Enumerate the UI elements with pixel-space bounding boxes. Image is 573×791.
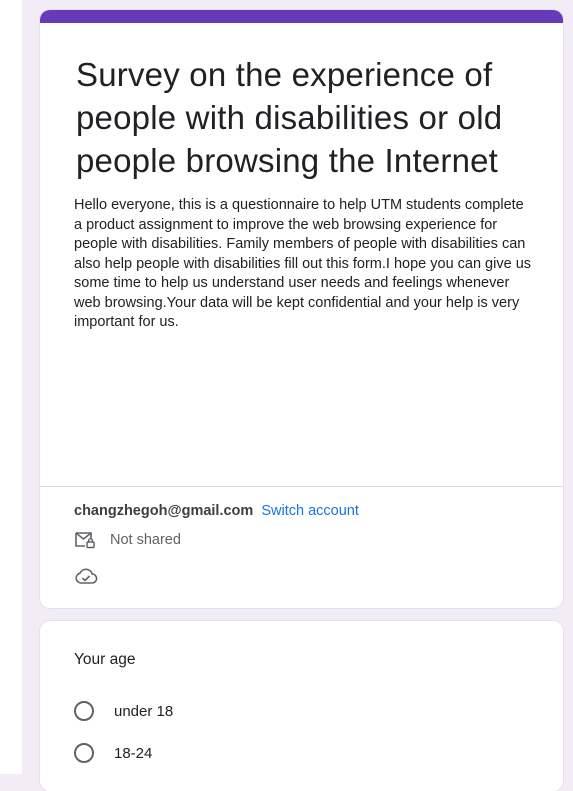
option-label: under 18 [114,702,174,720]
left-margin [0,0,22,774]
age-option-under-18[interactable]: under 18 [74,701,173,721]
form-header-card: Survey on the experience of people with … [40,10,563,608]
question-title: Your age [74,651,136,668]
account-email: changzhegoh@gmail.com [74,503,254,519]
save-status [74,567,98,590]
form-title: Survey on the experience of people with … [76,56,503,179]
radio-button[interactable] [74,701,94,721]
option-label: 18-24 [114,744,153,762]
form-accent-bar [40,10,563,23]
radio-button[interactable] [74,743,94,763]
mail-lock-icon [75,532,95,549]
question-card-age: Your age under 18 18-24 [40,621,563,791]
header-divider [40,486,563,487]
form-description: Hello everyone, this is a questionnaire … [74,197,532,330]
age-option-18-24[interactable]: 18-24 [74,743,152,763]
not-shared-label: Not shared [110,532,181,548]
account-row: changzhegoh@gmail.com Switch account [74,503,359,519]
not-shared-row: Not shared [74,531,181,549]
switch-account-link[interactable]: Switch account [261,503,359,519]
cloud-check-icon [75,568,98,584]
